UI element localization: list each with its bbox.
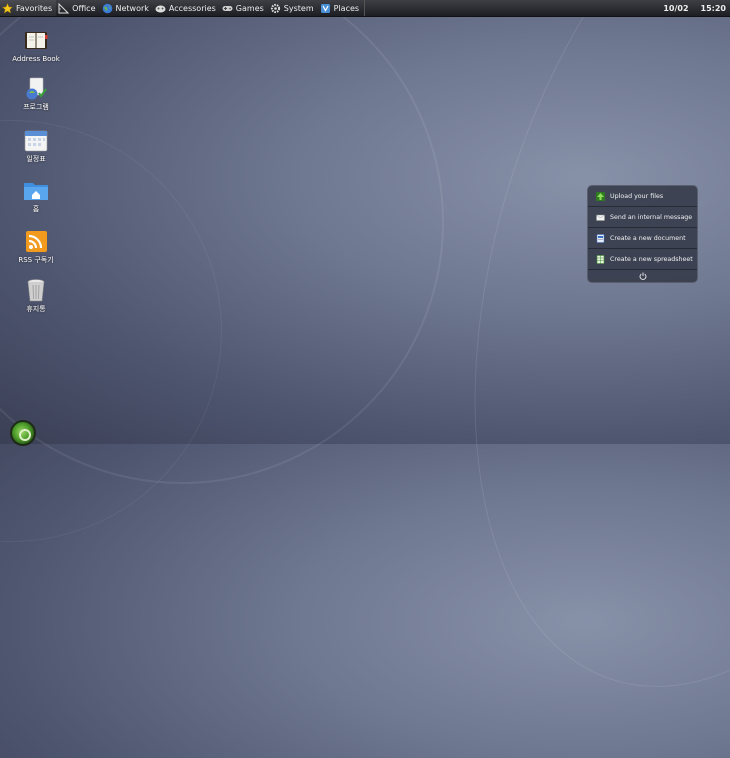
calendar-icon <box>23 129 49 153</box>
action-label: Create a new document <box>610 234 686 242</box>
main-menu: Favorites Office Network Accessories Gam… <box>0 0 366 16</box>
desktop-icon-home[interactable]: 홈 <box>10 179 62 213</box>
programs-icon <box>23 77 49 101</box>
trash-icon <box>23 277 49 303</box>
address-book-icon <box>23 29 49 53</box>
clock-tray[interactable]: 10/02 15:20 <box>663 0 726 16</box>
send-message-action[interactable]: Send an internal message <box>588 207 697 228</box>
top-panel: Favorites Office Network Accessories Gam… <box>0 0 730 17</box>
menu-office[interactable]: Office <box>56 0 99 16</box>
globe-icon <box>102 3 113 14</box>
gear-icon <box>270 3 281 14</box>
new-document-action[interactable]: Create a new document <box>588 228 697 249</box>
menu-label: Places <box>333 3 360 13</box>
desktop-icon-label: 일정표 <box>26 155 46 163</box>
action-label: Send an internal message <box>610 213 693 221</box>
home-folder-icon <box>23 179 49 203</box>
desktop-icon-label: RSS 구독기 <box>18 256 54 264</box>
quick-panel-footer <box>588 270 697 284</box>
quick-actions-panel: Upload your files Send an internal messa… <box>587 185 698 283</box>
menu-label: Network <box>115 3 149 13</box>
menu-label: Games <box>235 3 264 13</box>
menu-favorites[interactable]: Favorites <box>0 0 57 16</box>
tools-icon <box>155 3 166 14</box>
desktop-icon-programs[interactable]: 프로그램 <box>10 77 62 111</box>
menu-system[interactable]: System <box>268 0 318 16</box>
power-icon[interactable] <box>639 272 647 282</box>
menu-label: System <box>283 3 314 13</box>
upload-files-action[interactable]: Upload your files <box>588 186 697 207</box>
document-icon <box>596 233 605 243</box>
action-label: Upload your files <box>610 192 664 200</box>
menu-label: Favorites <box>16 3 53 13</box>
menu-games[interactable]: Games <box>220 0 268 16</box>
places-icon <box>320 3 331 14</box>
time-label: 15:20 <box>700 3 726 13</box>
menu-separator <box>364 0 366 16</box>
rss-icon <box>23 230 49 254</box>
spreadsheet-icon <box>596 254 605 264</box>
desktop-icon-address-book[interactable]: Address Book <box>10 29 62 63</box>
desktop-icon-trash[interactable]: 휴지통 <box>10 277 62 313</box>
mail-icon <box>596 213 605 222</box>
menu-label: Accessories <box>168 3 216 13</box>
desktop-icon-label: 홈 <box>32 205 40 213</box>
menu-accessories[interactable]: Accessories <box>153 0 220 16</box>
desktop-icon-label: 휴지통 <box>26 305 46 313</box>
menu-label: Office <box>72 3 96 13</box>
ruler-icon <box>58 2 70 14</box>
desktop-icon-rss[interactable]: RSS 구독기 <box>10 230 62 264</box>
action-label: Create a new spreadsheet <box>610 255 693 263</box>
new-spreadsheet-action[interactable]: Create a new spreadsheet <box>588 249 697 270</box>
menu-places[interactable]: Places <box>318 0 363 16</box>
gamepad-icon <box>222 3 233 14</box>
upload-icon <box>596 191 605 201</box>
desktop-icon-calendar[interactable]: 일정표 <box>10 129 62 163</box>
start-orb-button[interactable] <box>10 420 36 446</box>
desktop-icon-label: 프로그램 <box>23 103 49 111</box>
star-icon <box>1 2 14 14</box>
date-label: 10/02 <box>663 3 689 13</box>
menu-network[interactable]: Network <box>100 0 153 16</box>
desktop-icon-label: Address Book <box>12 55 60 63</box>
